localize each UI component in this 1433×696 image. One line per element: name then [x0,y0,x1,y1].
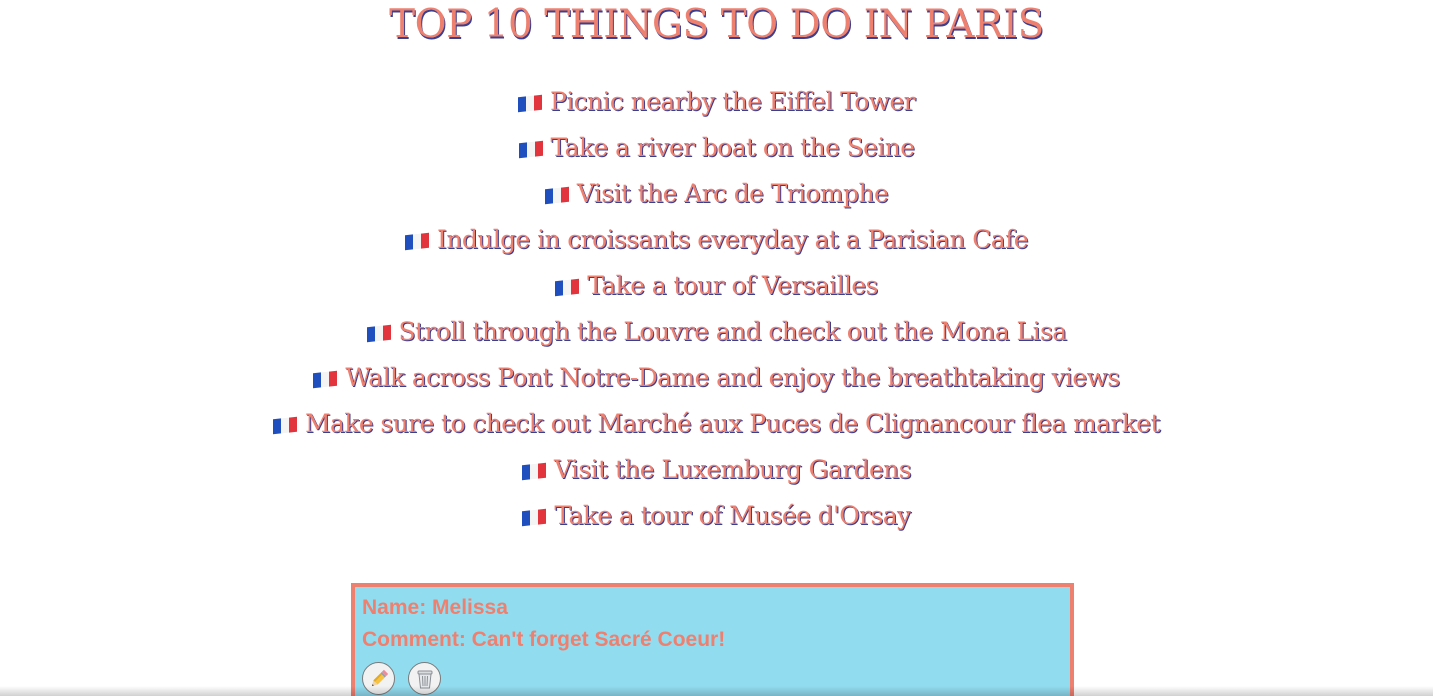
france-flag-icon [313,370,338,389]
pencil-icon [371,669,388,686]
list-item-label: Indulge in croissants everyday at a Pari… [437,225,1028,254]
france-flag-icon [366,324,391,343]
list-item: Make sure to check out Marché aux Puces … [0,401,1433,447]
list-item: Stroll through the Louvre and check out … [0,309,1433,355]
list-item: Take a tour of Versailles [0,263,1433,309]
edit-comment-button[interactable] [362,662,395,695]
list-item-label: Picnic nearby the Eiffel Tower [550,87,916,116]
list-item-label: Take a river boat on the Seine [550,133,916,162]
france-flag-icon [518,94,542,113]
france-flag-icon [522,508,547,527]
list-item-label: Take a tour of Musée d'Orsay [554,501,911,530]
list-item-label: Visit the Arc de Triomphe [576,179,889,208]
things-to-do-list: Picnic nearby the Eiffel Tower Take a ri… [0,79,1433,539]
france-flag-icon [522,462,546,481]
list-item-label: Make sure to check out Marché aux Puces … [305,409,1161,438]
france-flag-icon [273,416,298,435]
list-item-label: Stroll through the Louvre and check out … [398,317,1068,346]
page-title: TOP 10 THINGS TO DO IN PARIS [389,2,1044,47]
france-flag-icon [555,278,580,297]
france-flag-icon [518,140,543,159]
comment-author: Name: Melissa [362,596,508,619]
list-item: Indulge in croissants everyday at a Pari… [0,217,1433,263]
delete-comment-button[interactable] [408,662,441,695]
trash-icon [417,670,432,688]
list-item: Walk across Pont Notre-Dame and enjoy th… [0,355,1433,401]
comment-card: Name: Melissa Comment: Can't forget Sacr… [351,583,1074,696]
list-item-label: Walk across Pont Notre-Dame and enjoy th… [345,363,1120,392]
list-item-label: Take a tour of Versailles [587,271,878,300]
list-item: Take a river boat on the Seine [0,125,1433,171]
list-item: Visit the Arc de Triomphe [0,171,1433,217]
france-flag-icon [544,186,569,205]
list-item: Take a tour of Musée d'Orsay [0,493,1433,539]
list-item: Picnic nearby the Eiffel Tower [0,79,1433,125]
list-item: Visit the Luxemburg Gardens [0,447,1433,493]
comment-text: Comment: Can't forget Sacré Coeur! [362,628,726,651]
france-flag-icon [405,232,430,251]
list-item-label: Visit the Luxemburg Gardens [554,455,912,484]
